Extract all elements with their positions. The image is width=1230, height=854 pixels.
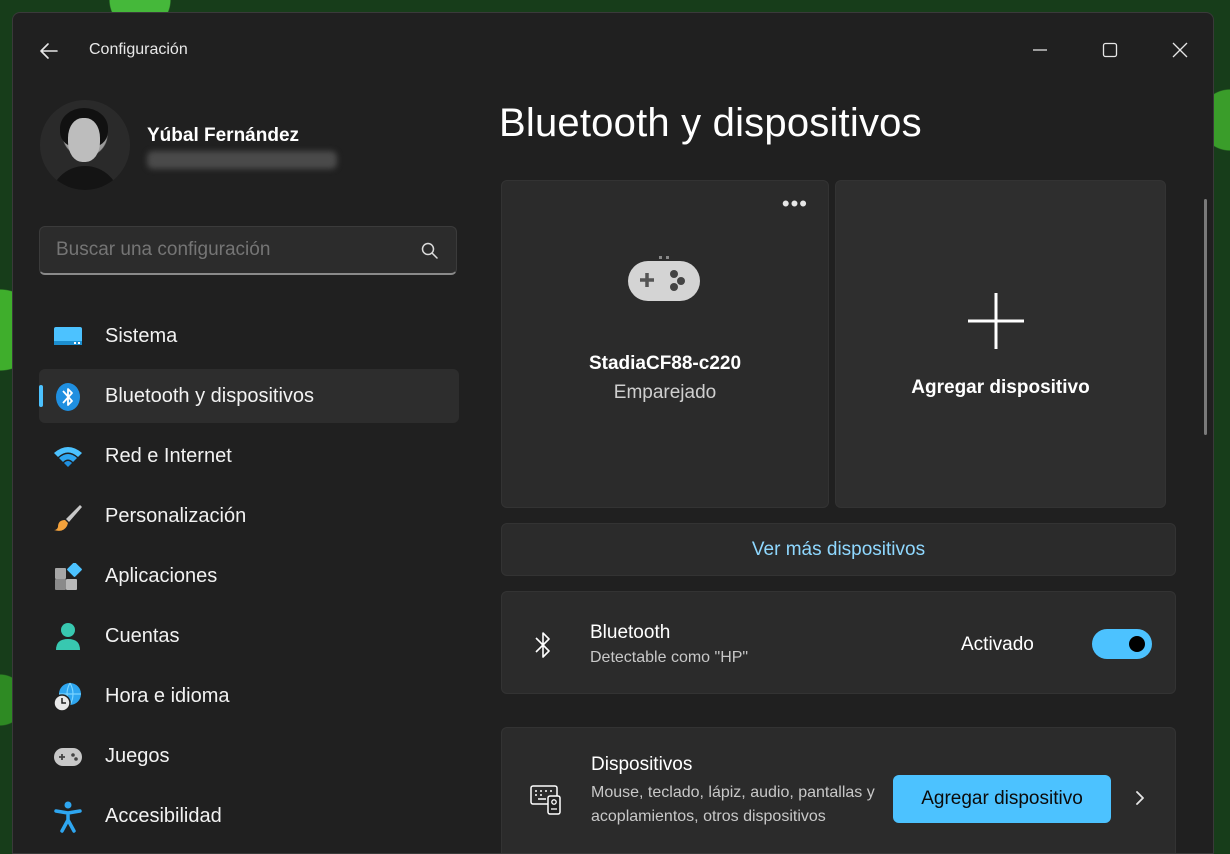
bluetooth-subtitle: Detectable como "HP" <box>590 649 749 666</box>
sidebar-item-label: Aplicaciones <box>105 564 218 587</box>
keyboard-devices-icon <box>530 785 561 815</box>
user-email-blurred <box>147 151 337 169</box>
devices-setting-row[interactable]: Dispositivos Mouse, teclado, lápiz, audi… <box>501 727 1176 853</box>
person-icon <box>53 622 83 652</box>
add-device-card[interactable]: Agregar dispositivo <box>835 180 1166 508</box>
close-button[interactable] <box>1157 27 1203 73</box>
sidebar-item-label: Sistema <box>105 324 178 347</box>
maximize-icon <box>1102 42 1118 58</box>
search-icon[interactable] <box>420 241 440 261</box>
minimize-button[interactable] <box>1017 27 1063 73</box>
sidebar-item-label: Bluetooth y dispositivos <box>105 384 315 407</box>
page-title: Bluetooth y dispositivos <box>499 101 922 145</box>
app-title: Configuración <box>89 41 188 58</box>
add-device-label: Agregar dispositivo <box>911 377 1090 398</box>
sidebar-item-accesibilidad[interactable]: Accesibilidad <box>39 789 459 843</box>
sidebar-item-aplicaciones[interactable]: Aplicaciones <box>39 549 459 603</box>
sidebar-item-label: Personalización <box>105 504 247 527</box>
bluetooth-setting-row: Bluetooth Detectable como "HP" Activado <box>501 591 1176 694</box>
sidebar-item-label: Juegos <box>105 744 170 767</box>
arrow-left-icon <box>40 43 58 59</box>
bluetooth-icon <box>53 382 83 412</box>
device-name: StadiaCF88-c220 <box>588 353 742 374</box>
settings-window: Configuración Yúbal Fernández Sistema <box>12 12 1214 854</box>
user-name: Yúbal Fernández <box>147 125 300 146</box>
maximize-button[interactable] <box>1087 27 1133 73</box>
sidebar-item-red[interactable]: Red e Internet <box>39 429 459 483</box>
bluetooth-title: Bluetooth <box>590 622 671 643</box>
search-input[interactable] <box>56 239 406 261</box>
wifi-icon <box>53 442 83 472</box>
sidebar-item-label: Hora e idioma <box>105 684 230 707</box>
back-button[interactable] <box>35 37 63 65</box>
gamepad-icon <box>53 742 83 772</box>
globe-clock-icon <box>53 682 83 712</box>
sidebar-item-bluetooth[interactable]: Bluetooth y dispositivos <box>39 369 459 423</box>
devices-title: Dispositivos <box>591 754 693 775</box>
devices-description: Mouse, teclado, lápiz, audio, pantallas … <box>591 784 875 825</box>
plus-icon <box>968 293 1024 349</box>
sidebar-item-personalizacion[interactable]: Personalización <box>39 489 459 543</box>
sidebar-item-hora[interactable]: Hora e idioma <box>39 669 459 723</box>
monitor-icon <box>53 322 83 352</box>
search-box[interactable] <box>39 226 457 275</box>
close-icon <box>1172 42 1188 58</box>
sidebar-item-label: Accesibilidad <box>105 804 222 827</box>
accessibility-icon <box>53 801 83 833</box>
device-card[interactable]: ••• StadiaCF88-c220 Emparejado <box>501 180 829 508</box>
minimize-icon <box>1033 49 1047 51</box>
see-more-devices-link[interactable]: Ver más dispositivos <box>501 523 1176 576</box>
device-status: Emparejado <box>613 382 717 403</box>
sidebar-item-cuentas[interactable]: Cuentas <box>39 609 459 663</box>
bluetooth-state-label: Activado <box>961 634 1034 655</box>
bluetooth-icon <box>535 632 550 658</box>
title-bar: Configuración <box>13 13 1213 87</box>
gamepad-icon <box>628 256 700 301</box>
sidebar-nav: Sistema Bluetooth y dispositivos Red e I… <box>39 309 459 849</box>
sidebar-item-juegos[interactable]: Juegos <box>39 729 459 783</box>
scrollbar[interactable] <box>1204 199 1207 435</box>
bluetooth-toggle[interactable] <box>1092 629 1152 659</box>
see-more-devices-label: Ver más dispositivos <box>751 538 926 560</box>
add-device-button[interactable]: Agregar dispositivo <box>893 775 1111 823</box>
sidebar-item-label: Cuentas <box>105 624 180 647</box>
sidebar-item-label: Red e Internet <box>105 444 232 467</box>
avatar[interactable] <box>40 100 130 190</box>
sidebar-item-sistema[interactable]: Sistema <box>39 309 459 363</box>
toggle-knob <box>1129 636 1145 652</box>
apps-icon <box>53 562 83 592</box>
more-options-button[interactable]: ••• <box>782 193 808 215</box>
paintbrush-icon <box>53 502 83 532</box>
chevron-right-icon[interactable] <box>1132 788 1148 808</box>
